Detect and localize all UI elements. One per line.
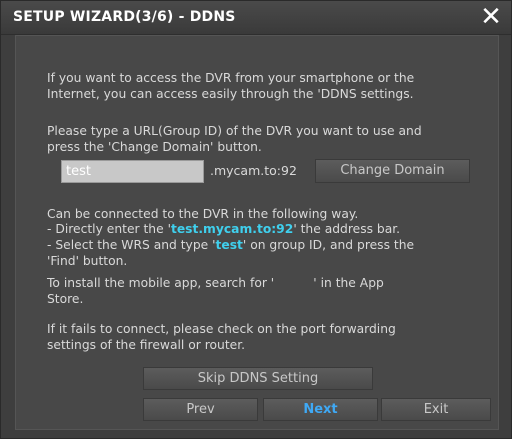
fail-note-line-1: If it fails to connect, please check on …: [47, 322, 396, 336]
close-icon[interactable]: ✕: [477, 3, 505, 31]
group-id-highlight: test: [215, 238, 243, 252]
setup-wizard-dialog: SETUP WIZARD(3/6) - DDNS ✕ If you want t…: [0, 0, 512, 439]
connect-info-line-2-suffix: ' the address bar.: [293, 222, 401, 236]
connect-info-line-4: 'Find' button.: [47, 254, 128, 268]
connect-info-line-2-prefix: - Directly enter the ': [47, 222, 171, 236]
connect-info-line-3-prefix: - Select the WRS and type ': [47, 238, 216, 252]
prev-button[interactable]: Prev: [143, 398, 258, 421]
group-id-input[interactable]: test: [61, 160, 204, 183]
mobile-app-line-1: To install the mobile app, search for ' …: [47, 276, 384, 290]
intro-line-2: Internet, you can access easily through …: [47, 87, 414, 101]
intro-line-1: If you want to access the DVR from your …: [47, 71, 415, 85]
instruction-line-2: press the 'Change Domain' button.: [47, 140, 262, 154]
instruction-line-1: Please type a URL(Group ID) of the DVR y…: [47, 124, 422, 138]
skip-ddns-button[interactable]: Skip DDNS Setting: [143, 367, 373, 390]
change-domain-button[interactable]: Change Domain: [315, 159, 470, 183]
domain-suffix: .mycam.to:92: [210, 163, 297, 178]
fail-note-line-2: settings of the firewall or router.: [47, 338, 246, 352]
connect-info-line-1: Can be connected to the DVR in the follo…: [47, 207, 359, 221]
mobile-app-line-2: Store.: [47, 292, 84, 306]
connect-info-line-2: - Directly enter the 'test.mycam.to:92' …: [47, 221, 400, 237]
exit-button[interactable]: Exit: [381, 398, 491, 421]
next-button[interactable]: Next: [263, 398, 378, 421]
connect-info-line-3: - Select the WRS and type 'test' on grou…: [47, 237, 414, 253]
ddns-address-highlight: test.mycam.to:92: [170, 222, 294, 236]
connect-info-line-3-suffix: ' on group ID, and press the: [242, 238, 415, 252]
dialog-title: SETUP WIZARD(3/6) - DDNS: [13, 9, 236, 25]
title-bar: SETUP WIZARD(3/6) - DDNS ✕: [1, 1, 511, 35]
